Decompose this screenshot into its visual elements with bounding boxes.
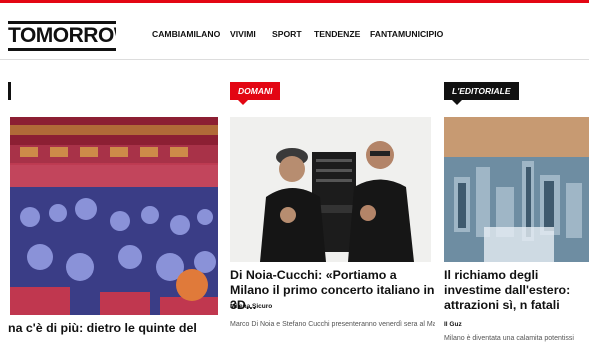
site-header: TOMORROW CAMBIAMILANO VIVIMI SPORT TENDE… <box>0 0 589 61</box>
excerpt-article-2: Marco Di Noia e Stefano Cucchi presenter… <box>230 321 435 328</box>
main-nav: CAMBIAMILANO VIVIMI SPORT TENDENZE FANTA… <box>152 29 450 39</box>
nav-item-vivimi[interactable]: VIVIMI <box>230 29 272 39</box>
musicians-photo <box>230 117 431 262</box>
nav-item-sport[interactable]: SPORT <box>272 29 314 39</box>
header-divider <box>0 59 589 60</box>
author-article-3[interactable]: Il Guz <box>444 321 462 328</box>
headline-article-3-text: Il richiamo degli investime dall'estero:… <box>444 268 571 312</box>
author-article-2[interactable]: Milena Sicuro <box>230 303 272 310</box>
article-image-skyline[interactable] <box>444 117 589 262</box>
theatre-photo <box>10 117 218 315</box>
tag-domani[interactable]: DOMANI <box>230 82 281 105</box>
skyline-photo <box>444 117 589 262</box>
article-image-theatre[interactable] <box>10 117 218 315</box>
nav-item-tendenze[interactable]: TENDENZE <box>314 29 370 39</box>
section-marker <box>8 82 11 100</box>
nav-item-cambiamilano[interactable]: CAMBIAMILANO <box>152 29 230 39</box>
nav-item-fantamunicipio[interactable]: FANTAMUNICIPIO <box>370 29 450 39</box>
headline-article-3[interactable]: Il richiamo degli investime dall'estero:… <box>444 268 589 313</box>
headline-article-1[interactable]: na c'è di più: dietro le quinte del <box>8 321 223 336</box>
site-logo[interactable]: TOMORROW <box>8 21 116 51</box>
article-image-musicians[interactable] <box>230 117 431 262</box>
tag-editoriale[interactable]: L'EDITORIALE <box>444 82 519 105</box>
